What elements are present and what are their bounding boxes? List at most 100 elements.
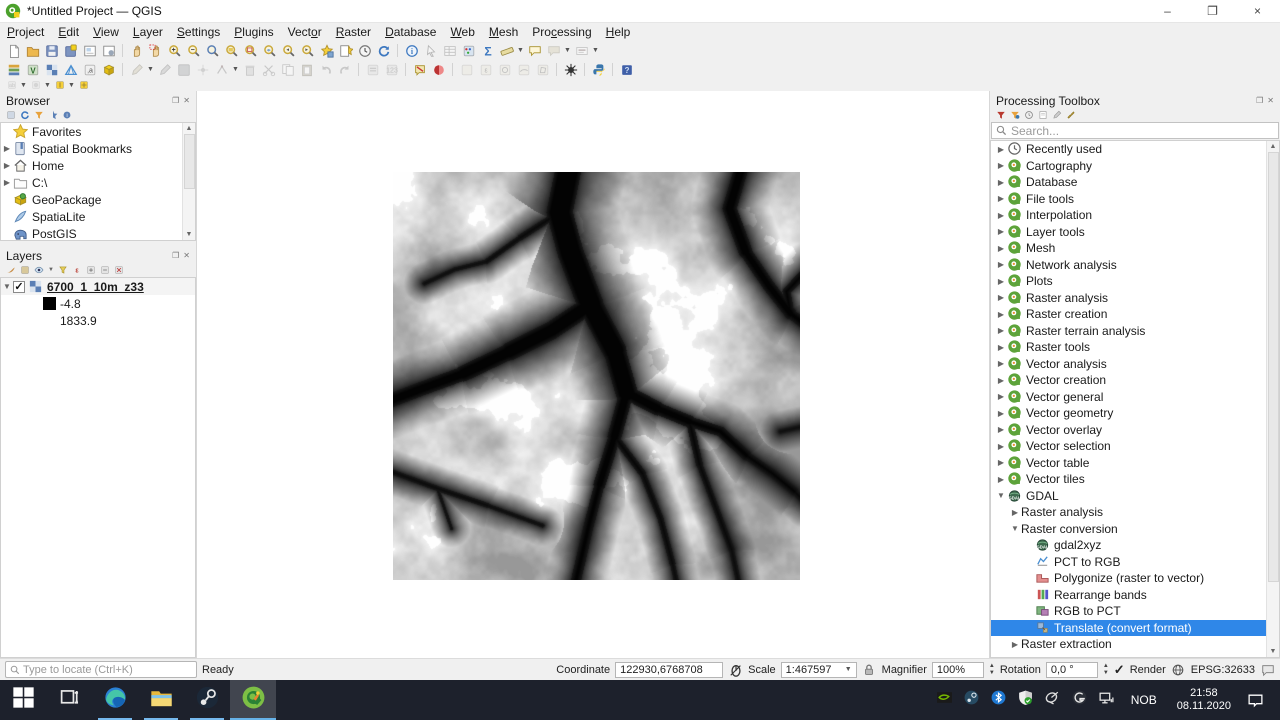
expand-arrow-icon[interactable]: ▶ — [1, 178, 13, 187]
move-label-button[interactable] — [76, 80, 91, 91]
processing-item-raster-creation[interactable]: ▶ Raster creation — [991, 306, 1279, 323]
processing-item-gdal[interactable]: ▼ GDAL GDAL — [991, 488, 1279, 505]
minimize-button[interactable]: – — [1145, 0, 1190, 22]
expand-arrow-icon[interactable]: ▼ — [1009, 524, 1021, 533]
pin-caret-icon[interactable]: ▼ — [67, 82, 76, 89]
expand-all-button[interactable] — [86, 265, 96, 275]
close-panel-icon[interactable]: ✕ — [1267, 96, 1274, 105]
expand-arrow-icon[interactable]: ▶ — [995, 260, 1007, 269]
menu-mesh[interactable]: Mesh — [482, 24, 525, 40]
select-by-radius-button[interactable] — [495, 61, 514, 79]
expand-arrow-icon[interactable]: ▶ — [995, 227, 1007, 236]
menu-processing[interactable]: Processing — [525, 24, 598, 40]
select-by-value-button[interactable]: 123 — [382, 61, 401, 79]
expand-arrow-icon[interactable]: ▶ — [995, 161, 1007, 170]
filter-browser-button[interactable] — [34, 110, 44, 120]
taskbar-qgis-app-button[interactable] — [230, 680, 276, 720]
processing-item-raster-extraction[interactable]: ▶ Raster extraction — [991, 636, 1279, 653]
identify-features-button[interactable]: i — [402, 42, 421, 60]
expand-arrow-icon[interactable]: ▶ — [995, 145, 1007, 154]
collapse-arrow-icon[interactable]: ▼ — [1, 282, 13, 291]
epsg-code[interactable]: EPSG:32633 — [1191, 664, 1255, 676]
field-calculator-button[interactable] — [459, 42, 478, 60]
rotation-spinbox[interactable]: 0,0 ° — [1045, 661, 1098, 678]
add-delimited-text-button[interactable]: ,a — [80, 61, 99, 79]
browser-item-spatial-bookmarks[interactable]: ▶ Spatial Bookmarks — [1, 140, 195, 157]
paste-features-button[interactable] — [297, 61, 316, 79]
taskbar-start-button[interactable] — [0, 680, 46, 720]
processing-toolbox-button[interactable] — [561, 61, 580, 79]
processing-item-mesh[interactable]: ▶ Mesh — [991, 240, 1279, 257]
map-canvas[interactable] — [196, 91, 990, 658]
lock-scale-icon[interactable] — [862, 662, 877, 677]
decorations-button[interactable] — [572, 42, 591, 60]
menu-settings[interactable]: Settings — [170, 24, 227, 40]
expand-arrow-icon[interactable]: ▶ — [995, 475, 1007, 484]
menu-web[interactable]: Web — [443, 24, 481, 40]
expand-arrow-icon[interactable]: ▶ — [995, 359, 1007, 368]
zoom-to-selection-button[interactable] — [241, 42, 260, 60]
add-favorite-button[interactable] — [48, 110, 58, 120]
rotation-spin-arrows[interactable]: ▲ ▼ — [1103, 663, 1109, 677]
browser-properties-button[interactable]: i — [62, 110, 72, 120]
invert-selection-button[interactable] — [429, 61, 448, 79]
history-button[interactable] — [1024, 110, 1034, 120]
expand-arrow-icon[interactable]: ▶ — [1, 144, 13, 153]
python-console-button[interactable] — [589, 61, 608, 79]
processing-item-vector-analysis[interactable]: ▶ Vector analysis — [991, 356, 1279, 373]
expand-arrow-icon[interactable]: ▶ — [995, 442, 1007, 451]
refresh-map-button[interactable] — [374, 42, 393, 60]
processing-item-plots[interactable]: ▶ Plots — [991, 273, 1279, 290]
expand-arrow-icon[interactable]: ▶ — [995, 194, 1007, 203]
show-bookmarks-button[interactable] — [336, 42, 355, 60]
menu-plugins[interactable]: Plugins — [227, 24, 280, 40]
select-polygon-button[interactable] — [533, 61, 552, 79]
clock[interactable]: 21:58 08.11.2020 — [1169, 687, 1239, 713]
processing-item-vector-creation[interactable]: ▶ Vector creation — [991, 372, 1279, 389]
menu-edit[interactable]: Edit — [51, 24, 86, 40]
expand-arrow-icon[interactable]: ▶ — [1009, 640, 1021, 649]
menu-layer[interactable]: Layer — [126, 24, 170, 40]
new-bookmark-button[interactable] — [317, 42, 336, 60]
processing-item-network-analysis[interactable]: ▶ Network analysis — [991, 257, 1279, 274]
menu-project[interactable]: Project — [0, 24, 51, 40]
pan-to-selection-button[interactable] — [146, 42, 165, 60]
processing-item-recently-used[interactable]: ▶ Recently used — [991, 141, 1279, 158]
processing-item-rearrange-bands[interactable]: Rearrange bands — [991, 587, 1279, 604]
language-indicator[interactable]: NOB — [1123, 693, 1165, 707]
menu-vector[interactable]: Vector — [281, 24, 329, 40]
processing-item-raster-analysis[interactable]: ▶ Raster analysis — [991, 504, 1279, 521]
float-panel-icon[interactable]: ❐ — [172, 251, 179, 260]
tray-logitech-icon[interactable] — [1068, 688, 1092, 712]
new-annotation-button[interactable] — [544, 42, 563, 60]
expand-arrow-icon[interactable]: ▶ — [1009, 508, 1021, 517]
edits-caret-icon[interactable]: ▼ — [146, 66, 155, 73]
measure-button[interactable] — [497, 42, 516, 60]
close-panel-icon[interactable]: ✕ — [183, 96, 190, 105]
processing-item-translate-convert-format-[interactable]: Translate (convert format) — [991, 619, 1279, 636]
processing-search[interactable]: Search... — [991, 122, 1279, 139]
data-source-manager-button[interactable] — [4, 61, 23, 79]
add-feature-button[interactable] — [193, 61, 212, 79]
expand-arrow-icon[interactable]: ▶ — [995, 326, 1007, 335]
processing-item-polygonize-raster-to-vector-[interactable]: Polygonize (raster to vector) — [991, 570, 1279, 587]
processing-item-gdal2xyz[interactable]: GDAL gdal2xyz — [991, 537, 1279, 554]
temporal-controller-button[interactable] — [355, 42, 374, 60]
vertex-tool-button[interactable] — [212, 61, 231, 79]
expand-arrow-icon[interactable]: ▶ — [995, 425, 1007, 434]
filter-expression-button[interactable]: ε — [72, 265, 82, 275]
coordinate-input[interactable]: 122930,6768708 — [615, 661, 724, 678]
layer-visibility-checkbox[interactable]: ✓ — [13, 280, 25, 293]
layer-row[interactable]: ▼ ✓ 6700_1_10m_z33 — [1, 278, 195, 295]
processing-item-vector-general[interactable]: ▶ Vector general — [991, 389, 1279, 406]
browser-item-spatialite[interactable]: SpatiaLite — [1, 208, 195, 225]
statistical-summary-button[interactable]: Σ — [478, 42, 497, 60]
new-print-layout-button[interactable] — [80, 42, 99, 60]
select-features-button[interactable] — [421, 42, 440, 60]
action-center-icon[interactable] — [1243, 688, 1267, 712]
expand-arrow-icon[interactable]: ▶ — [995, 458, 1007, 467]
zoom-native-button[interactable] — [203, 42, 222, 60]
select-by-form-button[interactable] — [363, 61, 382, 79]
menu-raster[interactable]: Raster — [329, 24, 378, 40]
zoom-in-button[interactable]: + — [165, 42, 184, 60]
